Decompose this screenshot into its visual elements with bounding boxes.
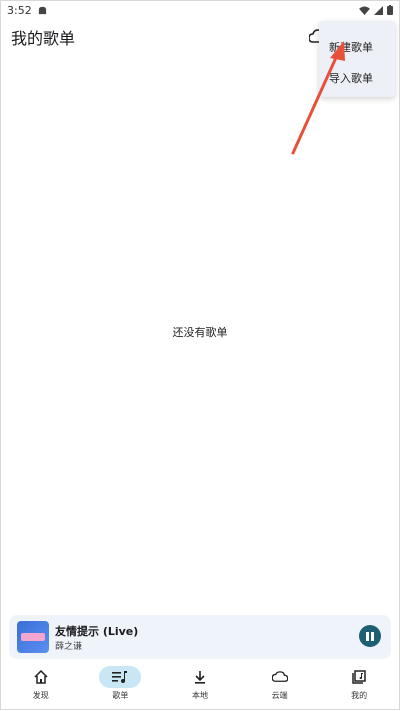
nav-label-mine: 我的 [351,691,368,700]
nav-label-playlists: 歌单 [112,691,129,700]
library-icon [352,670,366,684]
nav-item-cloud[interactable]: 云端 [241,661,319,709]
annotation-arrow-icon [291,41,345,155]
nav-label-discover: 发现 [32,691,49,700]
page-title: 我的歌单 [11,29,76,48]
nav-item-local[interactable]: 本地 [161,661,239,709]
playlist-icon [112,670,128,684]
menu-item-import-playlist[interactable]: 导入歌单 [329,70,373,86]
nav-item-playlists[interactable]: 歌单 [81,661,159,709]
nav-item-discover[interactable]: 发现 [2,661,80,709]
battery-icon [387,5,393,15]
song-title: 友情提示 (Live) [55,625,139,638]
artist-name: 薛之谦 [55,642,83,652]
empty-state-text: 还没有歌单 [172,326,228,339]
mini-player[interactable]: 友情提示 (Live) 薛之谦 [9,615,391,659]
nav-label-local: 本地 [191,691,208,700]
wifi-icon [359,5,370,15]
menu-item-new-playlist[interactable]: 新建歌单 [329,39,373,55]
overflow-menu: 新建歌单 导入歌单 [319,21,395,97]
nav-item-mine[interactable]: 我的 [320,661,398,709]
cloud-icon [271,671,288,683]
home-icon [34,670,48,684]
album-cover[interactable] [17,621,49,653]
pause-icon [366,631,374,641]
status-time: 3:52 [7,3,32,17]
bottom-navigation: 发现 歌单 本地 云端 我的 [1,661,399,709]
pause-button[interactable] [359,625,381,647]
notification-icon [38,6,47,15]
nav-label-cloud: 云端 [271,691,288,700]
signal-icon [374,5,383,15]
download-icon [193,670,207,684]
status-bar: 3:52 [1,1,399,19]
